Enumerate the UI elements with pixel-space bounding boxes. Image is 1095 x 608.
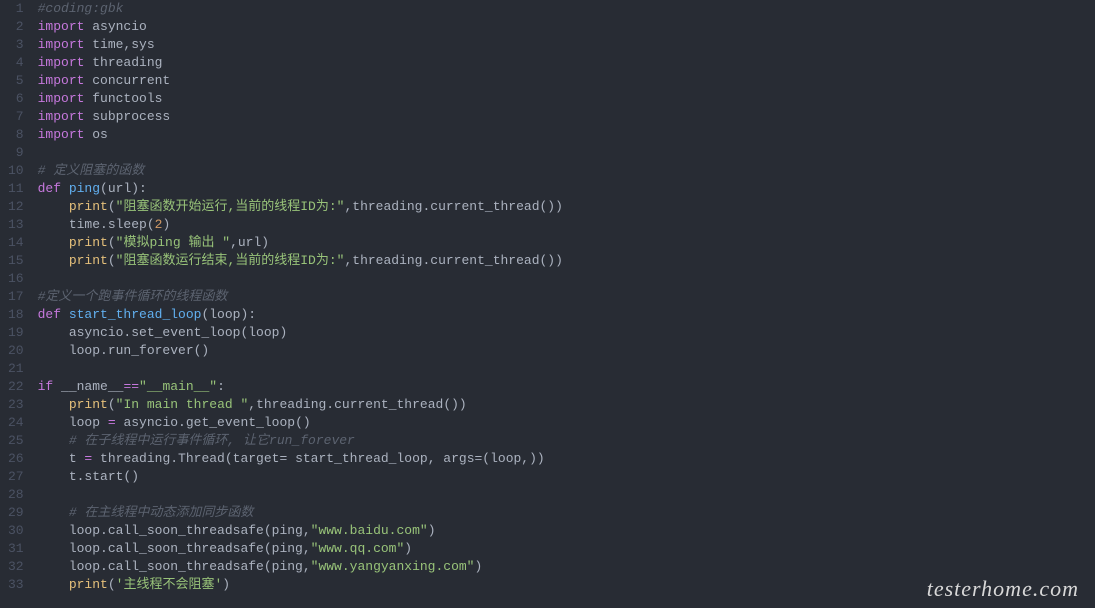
line-number: 17 [8,288,24,306]
code-line[interactable]: print("阻塞函数运行结束,当前的线程ID为:",threading.cur… [38,252,563,270]
line-number: 13 [8,216,24,234]
code-line[interactable]: loop = asyncio.get_event_loop() [38,414,563,432]
code-line[interactable]: import subprocess [38,108,563,126]
line-number: 30 [8,522,24,540]
line-number: 25 [8,432,24,450]
line-number: 23 [8,396,24,414]
line-number: 15 [8,252,24,270]
code-line[interactable]: print("阻塞函数开始运行,当前的线程ID为:",threading.cur… [38,198,563,216]
line-number: 21 [8,360,24,378]
line-number: 19 [8,324,24,342]
code-line[interactable]: if __name__=="__main__": [38,378,563,396]
code-area[interactable]: #coding:gbkimport asyncioimport time,sys… [34,0,563,608]
code-line[interactable] [38,486,563,504]
code-line[interactable] [38,144,563,162]
line-number: 22 [8,378,24,396]
code-line[interactable]: def ping(url): [38,180,563,198]
line-number: 10 [8,162,24,180]
code-line[interactable]: t = threading.Thread(target= start_threa… [38,450,563,468]
code-line[interactable]: t.start() [38,468,563,486]
code-line[interactable]: time.sleep(2) [38,216,563,234]
code-line[interactable]: asyncio.set_event_loop(loop) [38,324,563,342]
line-number: 32 [8,558,24,576]
line-number: 24 [8,414,24,432]
line-number: 4 [8,54,24,72]
line-number: 28 [8,486,24,504]
line-number: 33 [8,576,24,594]
line-number: 20 [8,342,24,360]
code-line[interactable]: loop.run_forever() [38,342,563,360]
line-number: 29 [8,504,24,522]
code-line[interactable]: import concurrent [38,72,563,90]
code-line[interactable] [38,270,563,288]
code-line[interactable]: #定义一个跑事件循环的线程函数 [38,288,563,306]
code-line[interactable]: import time,sys [38,36,563,54]
line-number: 11 [8,180,24,198]
code-line[interactable]: print("模拟ping 输出 ",url) [38,234,563,252]
code-line[interactable]: # 在子线程中运行事件循环, 让它run_forever [38,432,563,450]
code-line[interactable]: # 定义阻塞的函数 [38,162,563,180]
line-number: 12 [8,198,24,216]
code-line[interactable]: #coding:gbk [38,0,563,18]
line-number: 3 [8,36,24,54]
line-number-gutter: 1234567891011121314151617181920212223242… [0,0,34,608]
watermark-text: testerhome.com [927,580,1079,598]
code-line[interactable]: import functools [38,90,563,108]
line-number: 18 [8,306,24,324]
code-line[interactable]: loop.call_soon_threadsafe(ping,"www.qq.c… [38,540,563,558]
line-number: 16 [8,270,24,288]
line-number: 6 [8,90,24,108]
line-number: 1 [8,0,24,18]
code-line[interactable]: print("In main thread ",threading.curren… [38,396,563,414]
code-line[interactable]: loop.call_soon_threadsafe(ping,"www.yang… [38,558,563,576]
code-line[interactable]: print('主线程不会阻塞') [38,576,563,594]
code-line[interactable] [38,360,563,378]
code-line[interactable]: import asyncio [38,18,563,36]
line-number: 9 [8,144,24,162]
code-line[interactable]: # 在主线程中动态添加同步函数 [38,504,563,522]
code-line[interactable]: import threading [38,54,563,72]
line-number: 31 [8,540,24,558]
line-number: 5 [8,72,24,90]
line-number: 14 [8,234,24,252]
line-number: 7 [8,108,24,126]
code-line[interactable]: loop.call_soon_threadsafe(ping,"www.baid… [38,522,563,540]
line-number: 26 [8,450,24,468]
line-number: 2 [8,18,24,36]
line-number: 8 [8,126,24,144]
code-line[interactable]: import os [38,126,563,144]
line-number: 27 [8,468,24,486]
code-editor: 1234567891011121314151617181920212223242… [0,0,1095,608]
code-line[interactable]: def start_thread_loop(loop): [38,306,563,324]
